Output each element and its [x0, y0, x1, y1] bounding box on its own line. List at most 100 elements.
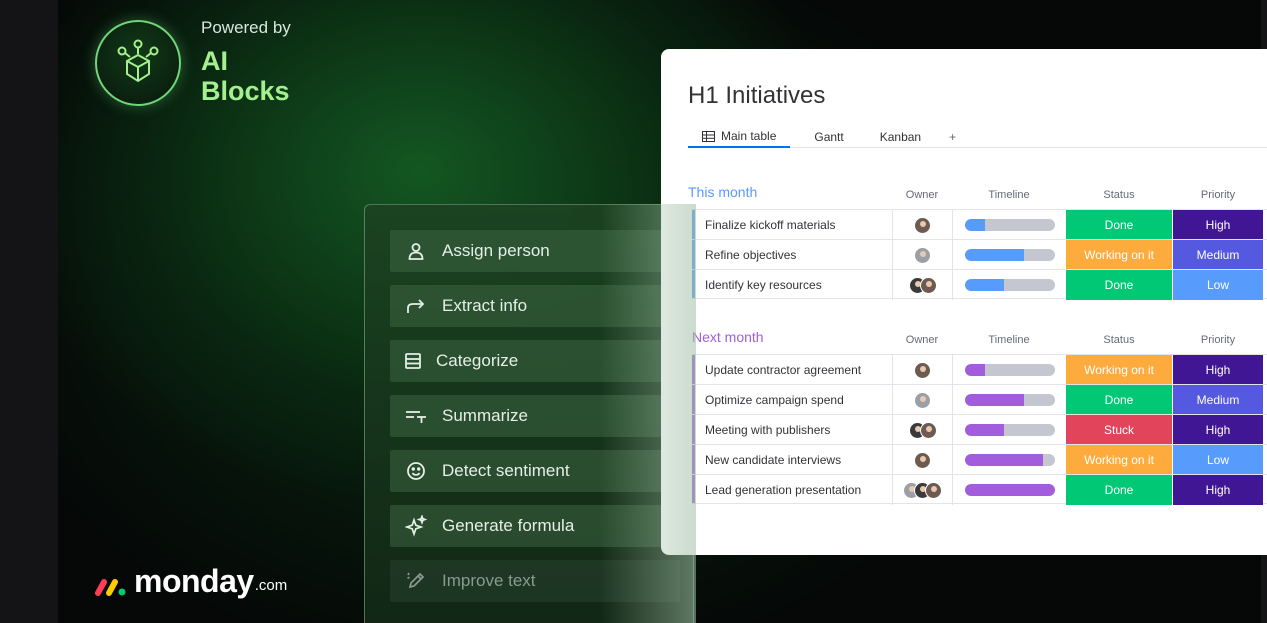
timeline-bar[interactable] — [965, 394, 1055, 406]
owner-cell[interactable] — [892, 475, 953, 505]
menu-item-label: Extract info — [442, 296, 528, 315]
priority-badge[interactable]: High — [1173, 415, 1263, 445]
timeline-fill — [965, 394, 1024, 406]
status-badge[interactable]: Working on it — [1066, 445, 1172, 475]
item-name[interactable]: Optimize campaign spend — [705, 393, 844, 407]
timeline-bar[interactable] — [965, 249, 1055, 261]
person-icon — [390, 241, 442, 261]
timeline-bar[interactable] — [965, 279, 1055, 291]
status-badge[interactable]: Done — [1066, 475, 1172, 505]
status-badge[interactable]: Stuck — [1066, 415, 1172, 445]
item-name[interactable]: New candidate interviews — [705, 453, 841, 467]
pen-icon — [390, 571, 442, 591]
smiley-icon — [390, 461, 442, 481]
view-tabs: Main table Gantt Kanban + — [688, 126, 970, 148]
item-name[interactable]: Refine objectives — [705, 248, 796, 262]
group-title[interactable]: Next month — [692, 329, 764, 345]
hero-banner: Powered by AI Blocks monday .com Assign … — [0, 0, 1267, 623]
timeline-fill — [965, 484, 1055, 496]
menu-item-categorize[interactable]: Categorize — [390, 340, 680, 382]
table-row[interactable]: Finalize kickoff materials Done High — [692, 209, 1267, 240]
column-header-timeline[interactable]: Timeline — [969, 334, 1049, 346]
priority-badge[interactable]: Medium — [1173, 240, 1263, 270]
column-header-owner[interactable]: Owner — [882, 334, 962, 346]
owner-cell[interactable] — [892, 415, 953, 445]
timeline-fill — [965, 364, 985, 376]
logo-word: monday — [134, 563, 254, 599]
avatar — [914, 391, 931, 409]
menu-item-summarize[interactable]: Summarize — [390, 395, 680, 437]
menu-item-improve-text[interactable]: Improve text — [390, 560, 680, 602]
table-row[interactable]: New candidate interviews Working on it Low — [692, 444, 1267, 475]
owner-cell[interactable] — [892, 240, 953, 270]
priority-badge[interactable]: Medium — [1173, 385, 1263, 415]
menu-item-assign-person[interactable]: Assign person — [390, 230, 680, 272]
status-badge[interactable]: Done — [1066, 385, 1172, 415]
item-name[interactable]: Finalize kickoff materials — [705, 218, 836, 232]
board-title: H1 Initiatives — [688, 82, 826, 109]
add-view-button[interactable]: + — [935, 126, 970, 148]
powered-by-label: Powered by — [201, 18, 291, 37]
ai-blocks-line2: Blocks — [201, 76, 290, 106]
column-header-priority[interactable]: Priority — [1178, 334, 1258, 346]
column-header-timeline[interactable]: Timeline — [969, 189, 1049, 201]
timeline-bar[interactable] — [965, 454, 1055, 466]
status-badge[interactable]: Working on it — [1066, 240, 1172, 270]
owner-cell[interactable] — [892, 355, 953, 385]
table-row[interactable]: Update contractor agreement Working on it… — [692, 354, 1267, 385]
priority-badge[interactable]: Low — [1173, 270, 1263, 300]
owner-cell[interactable] — [892, 210, 953, 240]
menu-item-detect-sentiment[interactable]: Detect sentiment — [390, 450, 680, 492]
table-row[interactable]: Optimize campaign spend Done Medium — [692, 384, 1267, 415]
timeline-bar[interactable] — [965, 364, 1055, 376]
table-row[interactable]: Refine objectives Working on it Medium — [692, 239, 1267, 270]
tab-main-table[interactable]: Main table — [688, 126, 791, 148]
logo-suffix: .com — [254, 577, 288, 594]
timeline-fill — [965, 219, 985, 231]
column-header-priority[interactable]: Priority — [1178, 189, 1258, 201]
tab-gantt[interactable]: Gantt — [800, 126, 857, 148]
cube-network-icon — [117, 39, 159, 83]
sparkle-icon — [390, 515, 442, 537]
timeline-bar[interactable] — [965, 219, 1055, 231]
item-name[interactable]: Update contractor agreement — [705, 363, 861, 377]
group-title[interactable]: This month — [688, 184, 757, 200]
table-row[interactable]: Lead generation presentation Done High — [692, 474, 1267, 505]
redirect-arrow-icon — [390, 296, 442, 316]
column-header-status[interactable]: Status — [1079, 334, 1159, 346]
menu-item-extract-info[interactable]: Extract info — [390, 285, 680, 327]
priority-badge[interactable]: High — [1173, 355, 1263, 385]
avatar — [914, 451, 931, 469]
item-name[interactable]: Lead generation presentation — [705, 483, 861, 497]
avatar — [914, 361, 931, 379]
status-badge[interactable]: Working on it — [1066, 355, 1172, 385]
tab-kanban[interactable]: Kanban — [866, 126, 935, 148]
list-icon — [390, 352, 436, 370]
tab-label: Kanban — [879, 130, 922, 144]
owner-cell[interactable] — [892, 270, 953, 300]
priority-badge[interactable]: Low — [1173, 445, 1263, 475]
left-border — [0, 0, 58, 623]
priority-badge[interactable]: High — [1173, 210, 1263, 240]
item-name[interactable]: Identify key resources — [705, 278, 822, 292]
table-icon — [702, 130, 715, 142]
status-badge[interactable]: Done — [1066, 270, 1172, 300]
column-header-owner[interactable]: Owner — [882, 189, 962, 201]
item-name[interactable]: Meeting with publishers — [705, 423, 830, 437]
timeline-bar[interactable] — [965, 484, 1055, 496]
priority-badge[interactable]: High — [1173, 475, 1263, 505]
status-badge[interactable]: Done — [1066, 210, 1172, 240]
owner-cell[interactable] — [892, 385, 953, 415]
avatar — [919, 276, 937, 294]
menu-item-label: Detect sentiment — [442, 461, 570, 480]
menu-item-label: Summarize — [442, 406, 528, 425]
column-header-status[interactable]: Status — [1079, 189, 1159, 201]
table-row[interactable]: Meeting with publishers Stuck High — [692, 414, 1267, 445]
tab-label: Main table — [721, 129, 777, 143]
menu-item-generate-formula[interactable]: Generate formula — [390, 505, 680, 547]
table-row[interactable]: Identify key resources Done Low — [692, 269, 1267, 300]
avatar — [914, 246, 931, 264]
timeline-bar[interactable] — [965, 424, 1055, 436]
owner-cell[interactable] — [892, 445, 953, 475]
menu-item-label: Generate formula — [442, 516, 575, 535]
